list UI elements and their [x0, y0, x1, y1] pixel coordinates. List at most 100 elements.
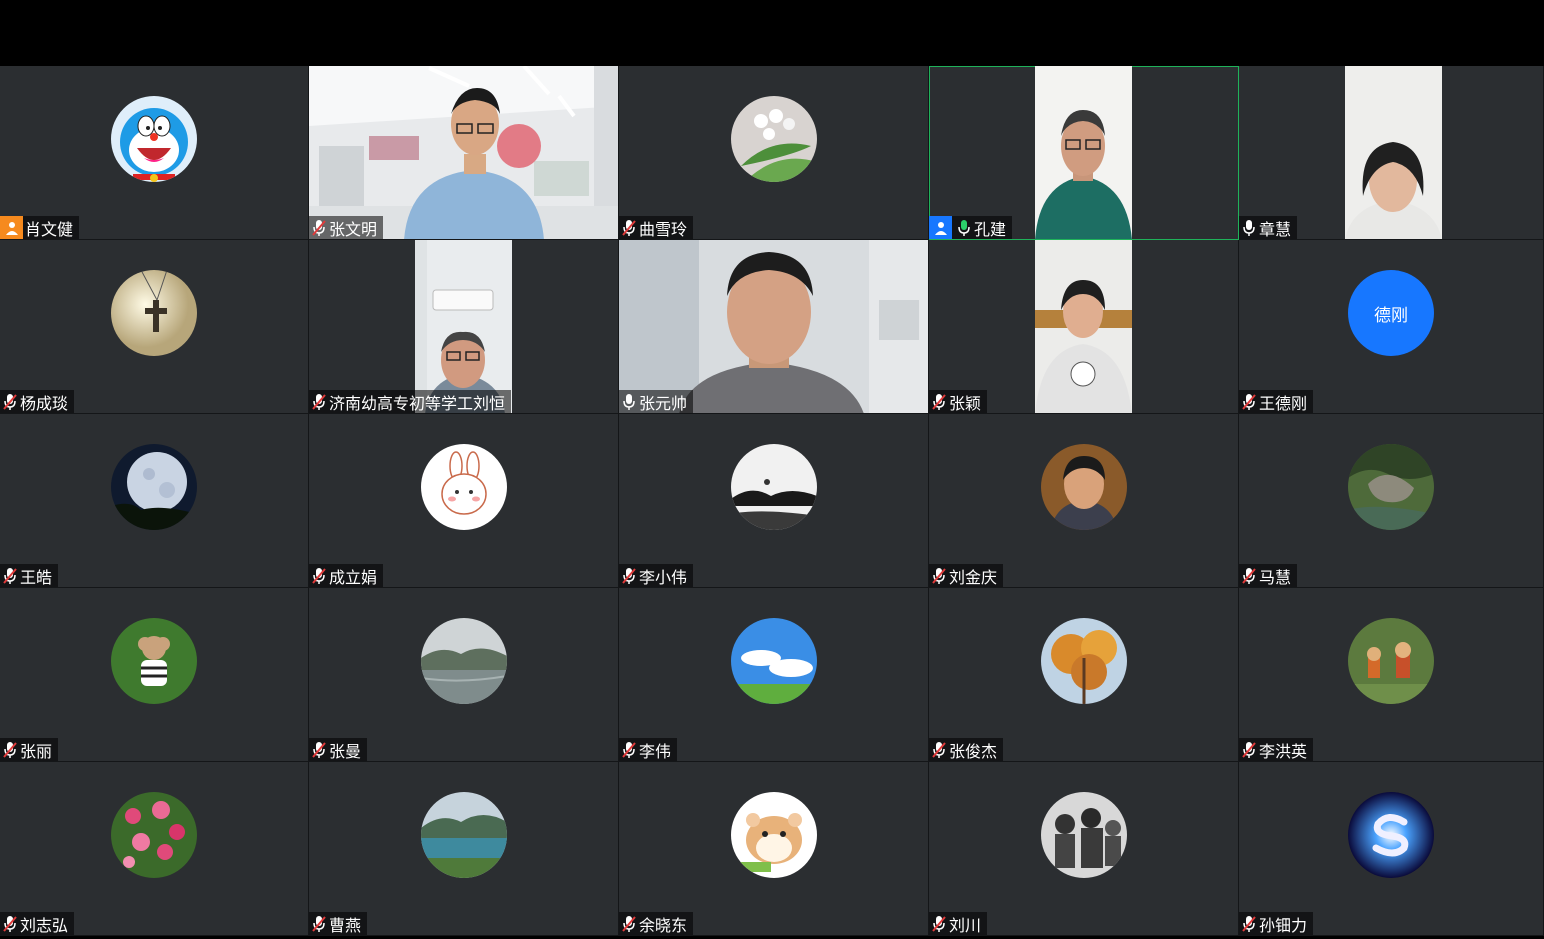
name-tag: 张丽 [0, 738, 59, 761]
participant-tile[interactable]: 李伟 [619, 588, 929, 762]
participant-name: 曲雪玲 [639, 219, 688, 239]
participant-name: 章慧 [1259, 219, 1292, 239]
participant-name: 肖文健 [25, 219, 74, 239]
participant-avatar: 德刚 [1348, 270, 1434, 356]
mic-muted-icon [312, 567, 326, 584]
participant-avatar [1348, 444, 1434, 530]
name-tag: 张文明 [309, 216, 384, 239]
participant-tile[interactable]: 马慧 [1239, 414, 1544, 588]
participant-tile[interactable]: 济南幼高专初等学工刘恒 [309, 240, 619, 414]
participant-name: 孙钿力 [1259, 915, 1308, 935]
name-tag: 杨成琰 [0, 390, 75, 413]
participant-name: 张元帅 [639, 393, 688, 413]
video-feed [1035, 240, 1132, 413]
participant-name: 杨成琰 [20, 393, 69, 413]
mic-muted-icon [312, 219, 326, 236]
participant-tile[interactable]: 孔建 [929, 66, 1239, 240]
participant-avatar [730, 618, 817, 704]
participant-avatar [111, 618, 197, 704]
name-tag: 张俊杰 [929, 738, 1004, 761]
name-tag: 孙钿力 [1239, 912, 1314, 935]
participant-tile[interactable]: 曹燕 [309, 762, 619, 936]
mic-muted-icon [1242, 741, 1256, 758]
participant-tile[interactable]: 张颖 [929, 240, 1239, 414]
mic-muted-icon [1242, 567, 1256, 584]
name-tag: 曹燕 [309, 912, 368, 935]
participant-name: 王皓 [20, 567, 53, 587]
participant-tile[interactable]: 刘川 [929, 762, 1239, 936]
participant-tile[interactable]: 肖文健 [0, 66, 309, 240]
participant-tile[interactable]: 张丽 [0, 588, 309, 762]
participant-name: 济南幼高专初等学工刘恒 [329, 393, 506, 413]
participant-name: 余晓东 [639, 915, 688, 935]
participant-name: 张丽 [20, 741, 53, 761]
mic-active-icon [958, 219, 970, 236]
participant-avatar [1040, 444, 1127, 530]
name-tag: 王皓 [0, 564, 59, 587]
participant-name: 王德刚 [1259, 393, 1308, 413]
participant-tile[interactable]: 余晓东 [619, 762, 929, 936]
mic-muted-icon [312, 915, 326, 932]
participant-name: 刘志弘 [20, 915, 69, 935]
person-icon [0, 216, 23, 239]
name-tag: 李洪英 [1239, 738, 1314, 761]
participant-avatar [111, 792, 197, 878]
name-tag: 济南幼高专初等学工刘恒 [309, 390, 512, 413]
participant-avatar [1040, 618, 1127, 704]
participant-tile[interactable]: 孙钿力 [1239, 762, 1544, 936]
participant-tile[interactable]: 张文明 [309, 66, 619, 240]
mic-muted-icon [312, 741, 326, 758]
participant-avatar [730, 96, 817, 182]
mic-muted-icon [622, 219, 636, 236]
name-tag: 肖文健 [0, 216, 80, 239]
mic-icon [623, 393, 635, 410]
video-grid: 肖文健 张文明 曲雪玲 孔建 章慧 杨成琰 济南幼高专初等学工刘恒 张元帅 张颖… [0, 66, 1544, 936]
participant-name: 张颖 [949, 393, 982, 413]
name-tag: 余晓东 [619, 912, 694, 935]
mic-muted-icon [312, 393, 326, 410]
participant-tile[interactable]: 王皓 [0, 414, 309, 588]
video-feed [1345, 66, 1442, 239]
participant-tile[interactable]: 张曼 [309, 588, 619, 762]
person-icon [929, 216, 952, 239]
mic-muted-icon [3, 915, 17, 932]
participant-tile[interactable]: 李小伟 [619, 414, 929, 588]
participant-avatar [111, 96, 197, 182]
participant-tile[interactable]: 成立娟 [309, 414, 619, 588]
participant-name: 张文明 [329, 219, 378, 239]
participant-tile[interactable]: 张元帅 [619, 240, 929, 414]
name-tag: 刘志弘 [0, 912, 75, 935]
mic-muted-icon [622, 741, 636, 758]
name-tag: 张颖 [929, 390, 988, 413]
participant-name: 成立娟 [329, 567, 378, 587]
participant-name: 李伟 [639, 741, 672, 761]
mic-muted-icon [932, 915, 946, 932]
mic-muted-icon [622, 915, 636, 932]
participant-tile[interactable]: 杨成琰 [0, 240, 309, 414]
participant-tile[interactable]: 曲雪玲 [619, 66, 929, 240]
participant-avatar [1040, 792, 1127, 878]
participant-avatar [730, 444, 817, 530]
participant-tile[interactable]: 德刚 王德刚 [1239, 240, 1544, 414]
mic-muted-icon [932, 741, 946, 758]
top-bar [0, 0, 1544, 66]
participant-name: 曹燕 [329, 915, 362, 935]
participant-tile[interactable]: 刘志弘 [0, 762, 309, 936]
name-tag: 曲雪玲 [619, 216, 694, 239]
video-feed [619, 240, 928, 413]
mic-muted-icon [3, 393, 17, 410]
participant-name: 李小伟 [639, 567, 688, 587]
participant-tile[interactable]: 章慧 [1239, 66, 1544, 240]
participant-tile[interactable]: 李洪英 [1239, 588, 1544, 762]
participant-avatar [1348, 792, 1434, 878]
participant-name: 张曼 [329, 741, 362, 761]
mic-muted-icon [1242, 915, 1256, 932]
name-tag: 李伟 [619, 738, 678, 761]
mic-muted-icon [3, 567, 17, 584]
mic-muted-icon [622, 567, 636, 584]
participant-name: 张俊杰 [949, 741, 998, 761]
participant-name: 刘金庆 [949, 567, 998, 587]
participant-tile[interactable]: 张俊杰 [929, 588, 1239, 762]
participant-tile[interactable]: 刘金庆 [929, 414, 1239, 588]
name-tag: 刘金庆 [929, 564, 1004, 587]
